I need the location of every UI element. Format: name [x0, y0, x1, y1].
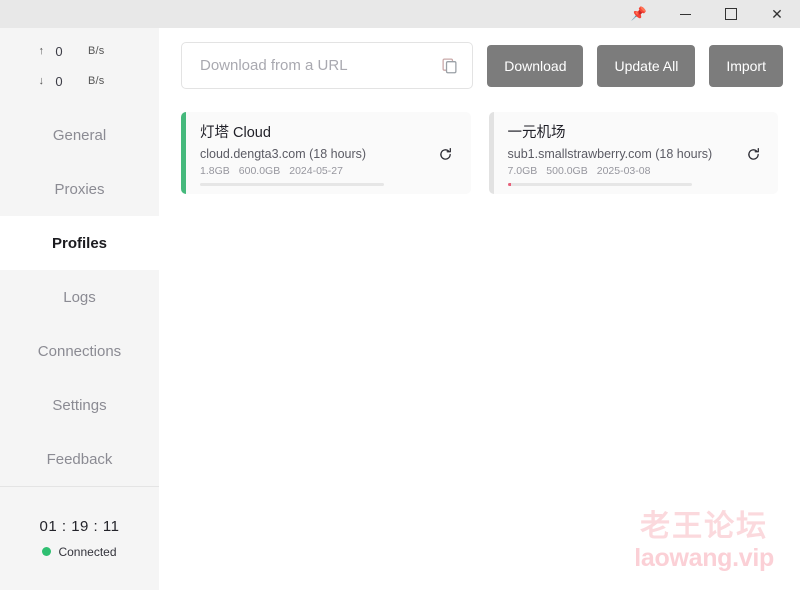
paste-from-clipboard-button[interactable] [432, 49, 466, 83]
profile-card-body: 一元机场 sub1.smallstrawberry.com (18 hours)… [494, 112, 779, 194]
watermark-cn: 老王论坛 [640, 509, 769, 544]
profile-card[interactable]: 灯塔 Cloud cloud.dengta3.com (18 hours) 1.… [181, 112, 471, 194]
profile-name: 灯塔 Cloud [200, 125, 271, 141]
update-all-button[interactable]: Update All [597, 44, 696, 87]
profile-name: 一元机场 [507, 125, 566, 141]
connection-status: 01 : 19 : 11 Connected [0, 487, 159, 590]
watermark-en: laowang.vip [634, 543, 774, 572]
download-arrow-icon: ↓ [38, 75, 45, 87]
profile-refresh-button[interactable] [433, 141, 459, 167]
pin-button[interactable]: 📌 [616, 0, 662, 28]
uptime-timer: 01 : 19 : 11 [39, 517, 120, 535]
sidebar: ↑ 0 B/s ↓ 0 B/s General Proxies Profiles… [0, 28, 159, 590]
pin-icon: 📌 [630, 5, 648, 21]
sidebar-item-feedback[interactable]: Feedback [0, 432, 159, 486]
sidebar-nav: General Proxies Profiles Logs Connection… [0, 102, 159, 486]
refresh-icon [440, 147, 451, 160]
maximize-icon [725, 8, 737, 20]
minimize-icon [679, 13, 691, 15]
sidebar-item-label: General [52, 126, 107, 144]
minimize-button[interactable] [662, 0, 708, 28]
upload-speed-value: 0 [55, 43, 63, 59]
sidebar-item-general[interactable]: General [0, 108, 159, 162]
profile-total-traffic: 600.0GB [238, 165, 281, 177]
download-speed-unit: B/s [88, 75, 105, 87]
profile-used-traffic: 1.8GB [200, 165, 230, 177]
sidebar-item-connections[interactable]: Connections [0, 324, 159, 378]
profile-traffic-progress-fill [507, 183, 512, 186]
sidebar-item-logs[interactable]: Logs [0, 270, 159, 324]
upload-arrow-icon: ↑ [38, 45, 45, 57]
sidebar-item-label: Proxies [54, 180, 105, 198]
profile-card-text: 灯塔 Cloud cloud.dengta3.com (18 hours) 1.… [200, 121, 425, 186]
sidebar-item-label: Settings [52, 396, 107, 414]
maximize-button[interactable] [708, 0, 754, 28]
sidebar-item-profiles[interactable]: Profiles [0, 216, 159, 270]
download-speed-value: 0 [55, 73, 63, 89]
copy-icon [442, 58, 457, 74]
app-body: ↑ 0 B/s ↓ 0 B/s General Proxies Profiles… [0, 28, 800, 590]
sidebar-item-label: Connections [37, 342, 122, 360]
profile-card-list: 灯塔 Cloud cloud.dengta3.com (18 hours) 1.… [159, 89, 800, 194]
profile-expire-date: 2025-03-08 [596, 165, 651, 177]
profile-expire-date: 2024-05-27 [289, 165, 343, 177]
download-speed-row: ↓ 0 B/s [0, 66, 159, 96]
status-dot-icon [42, 547, 52, 557]
upload-speed-row: ↑ 0 B/s [0, 36, 159, 66]
profile-traffic-progress [507, 183, 692, 186]
profile-card-body: 灯塔 Cloud cloud.dengta3.com (18 hours) 1.… [186, 112, 471, 194]
close-button[interactable]: ✕ [754, 0, 800, 28]
url-input-wrapper[interactable] [181, 42, 474, 89]
profile-used-traffic: 7.0GB [507, 165, 538, 177]
sidebar-item-label: Feedback [46, 450, 113, 468]
profile-card-text: 一元机场 sub1.smallstrawberry.com (18 hours)… [507, 121, 733, 186]
profile-card[interactable]: 一元机场 sub1.smallstrawberry.com (18 hours)… [488, 112, 779, 194]
profile-total-traffic: 500.0GB [546, 165, 588, 177]
sidebar-item-proxies[interactable]: Proxies [0, 162, 159, 216]
profile-url: cloud.dengta3.com (18 hours) [200, 147, 367, 161]
url-input[interactable] [198, 56, 433, 75]
close-icon: ✕ [771, 6, 783, 22]
profile-traffic-progress [200, 183, 385, 186]
refresh-icon [747, 147, 759, 160]
connection-state: Connected [42, 544, 117, 559]
profiles-toolbar: Download Update All Import [159, 28, 800, 89]
connection-label: Connected [58, 544, 117, 559]
watermark: 老王论坛 laowang.vip [634, 509, 774, 572]
upload-speed-unit: B/s [88, 45, 105, 57]
speed-indicators: ↑ 0 B/s ↓ 0 B/s [0, 28, 159, 102]
sidebar-item-settings[interactable]: Settings [0, 378, 159, 432]
profile-meta: 1.8GB 600.0GB 2024-05-27 [200, 165, 425, 177]
title-bar: 📌 ✕ [0, 0, 800, 28]
profile-refresh-button[interactable] [740, 141, 766, 167]
import-button[interactable]: Import [709, 44, 783, 87]
sidebar-item-label: Profiles [51, 234, 108, 252]
sidebar-item-label: Logs [63, 288, 96, 306]
download-button[interactable]: Download [487, 44, 584, 87]
profile-meta: 7.0GB 500.0GB 2025-03-08 [508, 165, 733, 177]
profile-url: sub1.smallstrawberry.com (18 hours) [507, 147, 713, 161]
main-content: Download Update All Import 灯塔 Cloud clou… [159, 28, 800, 590]
